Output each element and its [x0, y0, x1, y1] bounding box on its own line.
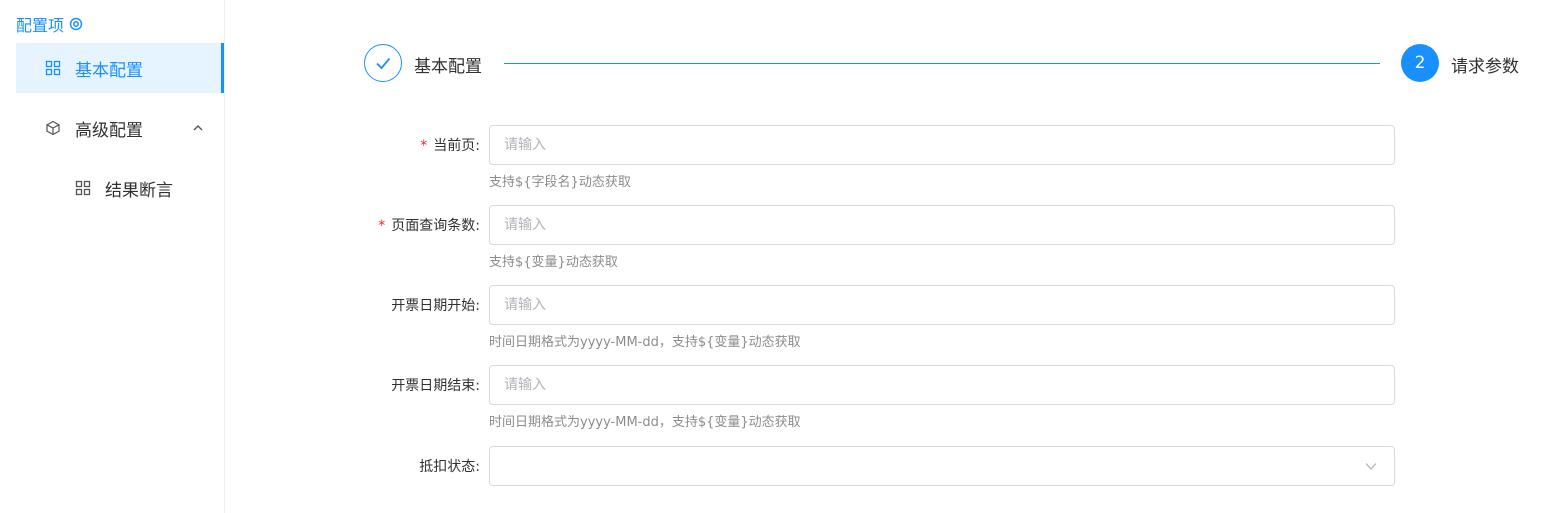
field-label: * 页面查询条数:	[378, 215, 480, 235]
sidebar-title: 配置项	[16, 12, 83, 36]
field-label: 抵扣状态:	[419, 456, 480, 476]
field-label-text: 页面查询条数:	[391, 218, 480, 234]
step-2-label: 请求参数	[1451, 57, 1519, 77]
cube-icon	[46, 120, 60, 136]
settings-target-icon[interactable]	[69, 17, 83, 31]
sidebar-item-basic-config[interactable]: 基本配置	[16, 43, 224, 93]
chevron-up-icon[interactable]	[192, 122, 204, 134]
required-mark: *	[420, 138, 428, 154]
chevron-down-icon[interactable]	[1364, 459, 1378, 473]
invoice-date-end-input[interactable]	[489, 365, 1395, 405]
field-hint: 时间日期格式为yyyy-MM-dd，支持${变量}动态获取	[489, 335, 801, 350]
sidebar: 配置项 基本配置 高级配置 结果断言	[0, 0, 225, 513]
step-1-indicator[interactable]	[364, 44, 402, 82]
sidebar-item-advanced-config[interactable]: 高级配置	[16, 103, 224, 153]
invoice-date-start-input[interactable]	[489, 285, 1395, 325]
sidebar-title-label: 配置项	[16, 16, 65, 35]
page-size-input[interactable]	[489, 205, 1395, 245]
sidebar-item-result-assert[interactable]: 结果断言	[16, 163, 224, 213]
field-hint: 支持${变量}动态获取	[489, 255, 618, 270]
current-page-input[interactable]	[489, 125, 1395, 165]
grid-icon	[75, 180, 91, 196]
step-2-indicator[interactable]: 2	[1401, 44, 1439, 82]
step-connector-line	[504, 63, 1380, 64]
field-label: 开票日期结束:	[391, 375, 480, 395]
field-label: 开票日期开始:	[391, 295, 480, 315]
deduction-status-select[interactable]	[489, 446, 1395, 486]
field-label-text: 开票日期开始:	[391, 298, 480, 314]
step-2-number: 2	[1414, 53, 1426, 73]
required-mark: *	[378, 218, 386, 234]
sidebar-item-label: 基本配置	[75, 60, 143, 81]
field-label: * 当前页:	[420, 135, 480, 155]
sidebar-item-label: 结果断言	[105, 180, 173, 201]
sidebar-item-label: 高级配置	[75, 120, 143, 141]
check-icon	[376, 57, 391, 70]
field-label-text: 抵扣状态:	[419, 459, 480, 475]
grid-icon	[45, 60, 61, 76]
field-label-text: 开票日期结束:	[391, 378, 480, 394]
field-label-text: 当前页:	[433, 138, 480, 154]
step-1-label: 基本配置	[414, 57, 482, 77]
field-hint: 时间日期格式为yyyy-MM-dd，支持${变量}动态获取	[489, 415, 801, 430]
field-hint: 支持${字段名}动态获取	[489, 175, 631, 190]
